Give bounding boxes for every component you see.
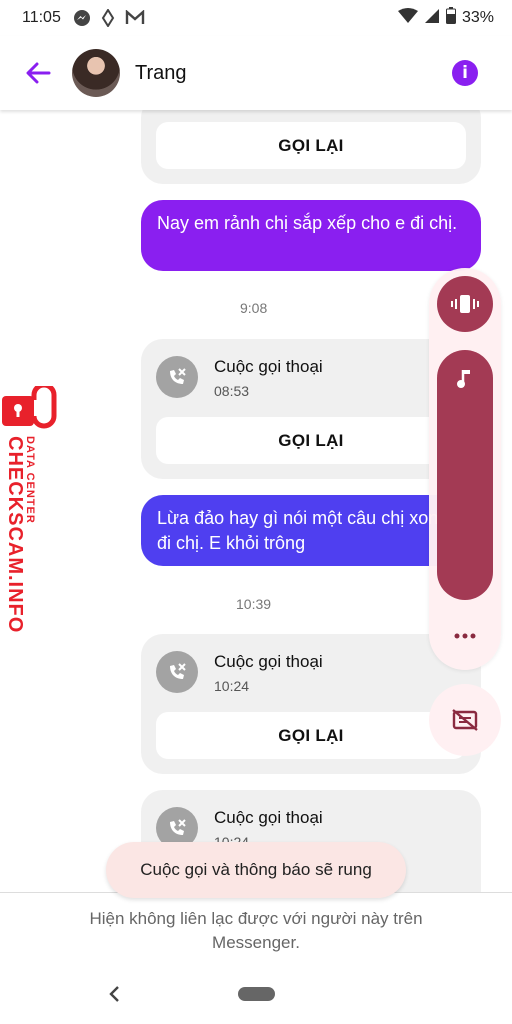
call-title: Cuộc gọi thoại	[214, 357, 323, 376]
call-back-button[interactable]: GỌI LẠI	[156, 712, 466, 759]
call-back-button[interactable]: GỌI LẠI	[156, 122, 466, 169]
volume-more-button[interactable]	[437, 618, 493, 654]
status-bar: 11:05 33%	[0, 0, 512, 36]
signal-icon	[424, 8, 440, 29]
avatar[interactable]	[72, 49, 120, 97]
call-time: 08:53	[214, 383, 250, 399]
more-dots-icon	[454, 633, 476, 639]
call-title: Cuộc gọi thoại	[214, 652, 323, 671]
live-caption-button[interactable]	[429, 684, 501, 756]
call-back-button[interactable]: GỌI LẠI	[156, 417, 466, 464]
volume-slider[interactable]	[437, 350, 493, 600]
battery-icon	[445, 7, 456, 29]
timestamp: 9:08	[240, 300, 268, 316]
messenger-icon	[73, 9, 91, 27]
gmail-icon	[125, 10, 145, 26]
battery-percentage: 33%	[461, 9, 494, 26]
unavailable-footer: Hiện không liên lạc được với người này t…	[0, 892, 512, 972]
nav-back-button[interactable]	[104, 982, 124, 1006]
messenger-chat-screen: 11:05 33% Trang i GỌI LẠI Nay em rảnh ch…	[0, 0, 512, 1024]
missed-call-icon	[156, 651, 198, 693]
back-button[interactable]	[24, 59, 52, 87]
status-right: 33%	[397, 7, 494, 29]
missed-call-icon	[156, 356, 198, 398]
outgoing-message[interactable]: Nay em rảnh chị sắp xếp cho e đi chị.	[141, 200, 481, 271]
music-note-icon	[437, 368, 493, 390]
info-button[interactable]: i	[452, 60, 478, 86]
footer-text: Hiện không liên lạc được với người này t…	[89, 909, 423, 952]
contact-name[interactable]: Trang	[135, 62, 187, 85]
call-time: 10:24	[214, 678, 250, 694]
call-card: Cuộc gọi thoại 10:24 GỌI LẠI	[141, 634, 481, 774]
back-arrow-icon	[26, 62, 51, 84]
watermark-logo: DATA CENTER CHECKSCAM.INFO	[0, 382, 60, 636]
chevron-left-icon	[109, 986, 119, 1002]
nav-home-pill[interactable]	[238, 987, 275, 1001]
vibrate-icon	[451, 295, 479, 313]
watermark-line2: CHECKSCAM.INFO	[4, 436, 26, 634]
timestamp: 10:39	[236, 596, 272, 612]
volume-panel	[429, 268, 501, 670]
info-icon: i	[462, 63, 468, 83]
wifi-icon	[397, 7, 418, 29]
chat-header: Trang i	[0, 36, 512, 110]
call-title: Cuộc gọi thoại	[214, 808, 323, 827]
system-nav-bar	[0, 972, 512, 1024]
ringer-mode-button[interactable]	[437, 276, 493, 332]
captions-off-icon	[452, 709, 478, 731]
toast-message: Cuộc gọi và thông báo sẽ rung	[106, 842, 406, 898]
sync-icon	[101, 9, 115, 27]
status-time: 11:05	[22, 9, 61, 26]
